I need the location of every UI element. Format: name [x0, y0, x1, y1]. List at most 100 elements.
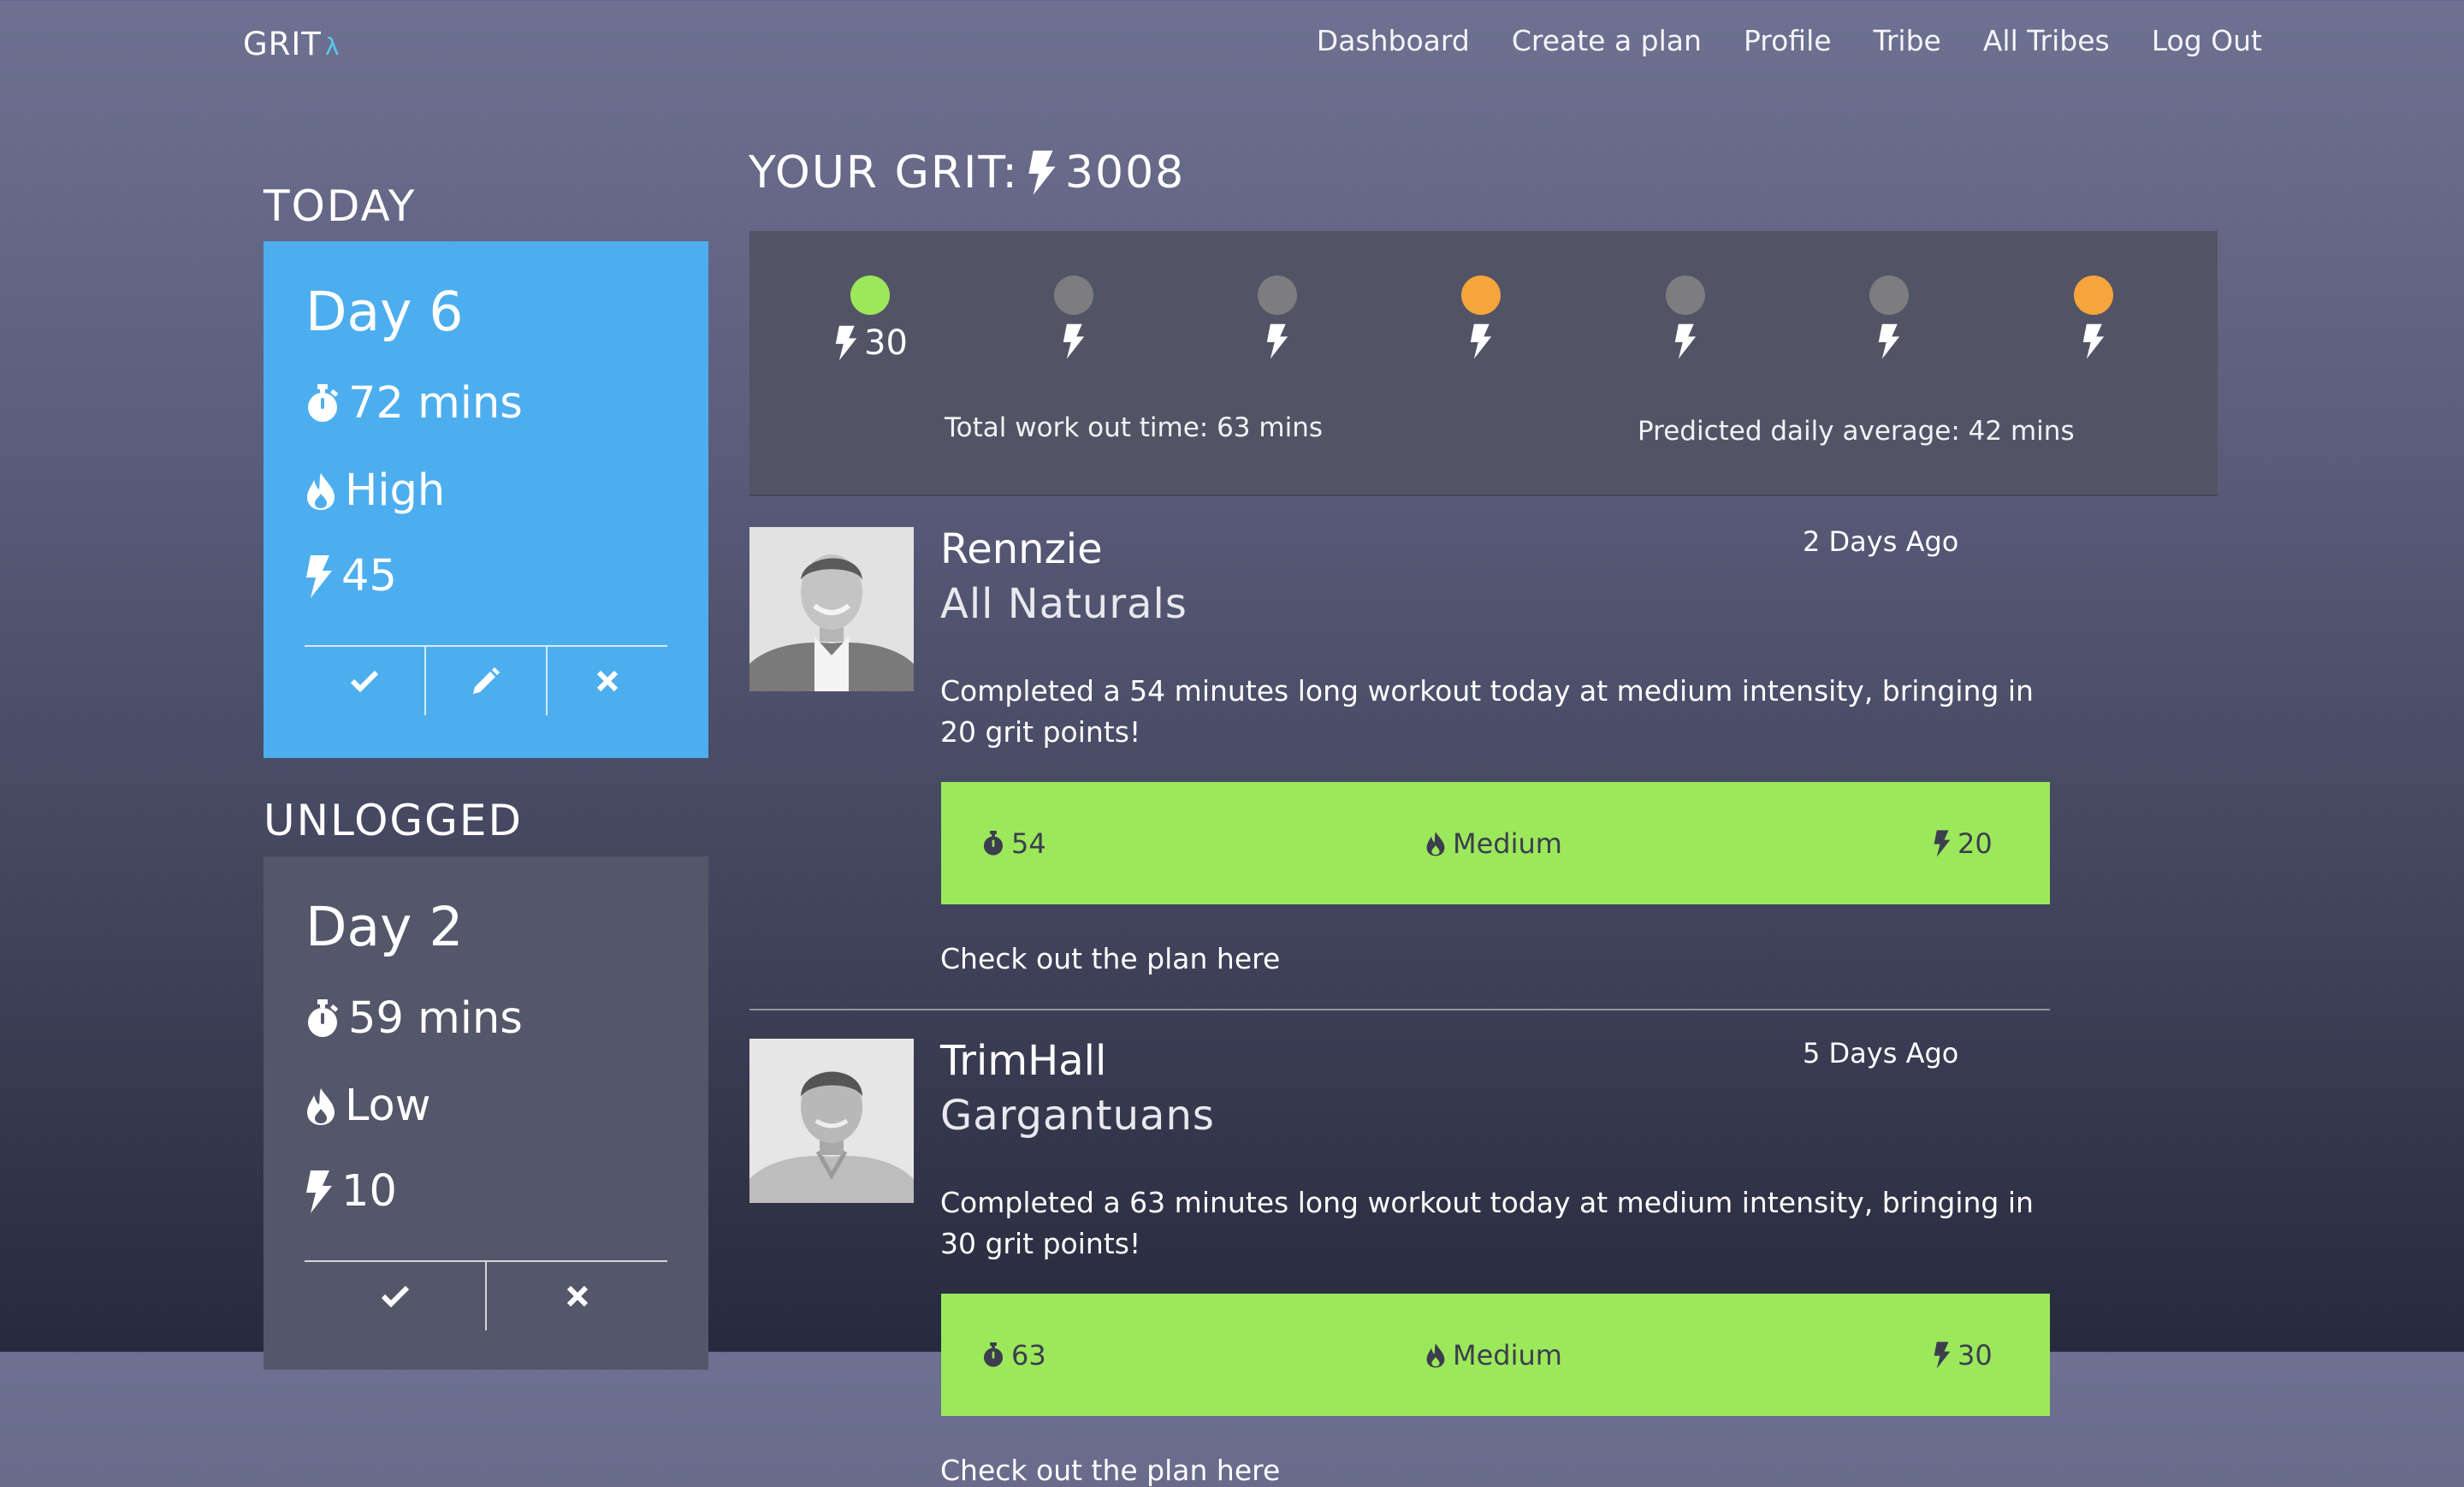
flame-icon: [305, 471, 336, 511]
unlogged-actions: [305, 1260, 667, 1330]
today-day: Day 6: [305, 281, 464, 343]
grit-score: 3008: [1064, 147, 1186, 198]
day-points-5: [1674, 323, 1697, 359]
today-delete-button[interactable]: [548, 647, 667, 715]
lightning-icon: [1934, 1341, 1951, 1369]
summary-intensity-value: Medium: [1453, 1338, 1562, 1371]
lightning-icon: [305, 554, 333, 598]
day-status-dot-3[interactable]: [1258, 275, 1297, 315]
post-author-name[interactable]: Rennzie: [940, 525, 1103, 573]
today-heading: TODAY: [264, 181, 417, 231]
post-author-name[interactable]: TrimHall: [940, 1037, 1106, 1085]
view-plan-link[interactable]: Check out the plan here: [940, 942, 1280, 975]
lightning-icon: [1028, 151, 1057, 195]
lightning-icon: [1266, 323, 1288, 359]
nav-log-out[interactable]: Log Out: [2152, 24, 2262, 57]
lightning-icon: [1063, 323, 1085, 359]
today-actions: [305, 645, 667, 715]
total-workout-time: Total work out time: 63 mins: [945, 412, 1323, 443]
day-points-value-1: 30: [864, 323, 908, 363]
day-points-7: [2082, 323, 2105, 359]
post-divider: [749, 1009, 2050, 1010]
today-card: Day 6 72 mins High 45: [264, 241, 708, 758]
brand-lambda-mark: λ: [324, 33, 341, 61]
post-timestamp: 2 Days Ago: [1803, 525, 1959, 558]
stopwatch-icon: [982, 1342, 1004, 1368]
summary-intensity: Medium: [1425, 782, 1562, 904]
day-points-6: [1878, 323, 1900, 359]
summary-duration: 63: [982, 1294, 1046, 1416]
nav-tribe[interactable]: Tribe: [1874, 24, 1941, 57]
unlogged-log-button[interactable]: [305, 1262, 487, 1330]
week-progress-panel: 30 Total work out time: 63 mins Predicte…: [749, 231, 2218, 496]
summary-duration-value: 54: [1011, 826, 1046, 860]
today-intensity-row: High: [305, 465, 445, 516]
flame-icon: [1425, 1342, 1446, 1368]
today-intensity: High: [345, 465, 446, 516]
grit-score-header: YOUR GRIT: 3008: [749, 147, 1185, 198]
post-description: Completed a 54 minutes long workout toda…: [940, 674, 2034, 749]
today-duration-row: 72 mins: [305, 378, 523, 429]
unlogged-duration: 59 mins: [348, 993, 523, 1044]
today-points: 45: [341, 551, 397, 601]
lightning-icon: [1674, 323, 1697, 359]
today-points-row: 45: [305, 551, 397, 601]
lightning-icon: [1934, 829, 1951, 857]
nav-dashboard[interactable]: Dashboard: [1317, 24, 1470, 57]
avatar[interactable]: [749, 527, 914, 691]
flame-icon: [1425, 831, 1446, 856]
day-status-dot-1[interactable]: [850, 275, 890, 315]
predicted-daily-average: Predicted daily average: 42 mins: [1638, 416, 2075, 447]
avatar[interactable]: [749, 1039, 914, 1203]
view-plan-link[interactable]: Check out the plan here: [940, 1454, 1280, 1487]
grit-label: YOUR GRIT:: [749, 147, 1019, 198]
unlogged-heading: UNLOGGED: [264, 796, 524, 845]
unlogged-intensity-row: Low: [305, 1081, 430, 1131]
nav-profile[interactable]: Profile: [1744, 24, 1832, 57]
post-timestamp: 5 Days Ago: [1803, 1037, 1959, 1069]
day-status-dot-7[interactable]: [2074, 275, 2113, 315]
day-status-dot-2[interactable]: [1054, 275, 1093, 315]
flame-icon: [305, 1087, 336, 1126]
workout-summary-bar: 54 Medium 20: [941, 782, 2050, 904]
summary-points: 20: [1934, 782, 1993, 904]
today-duration: 72 mins: [348, 378, 523, 429]
unlogged-points: 10: [341, 1166, 397, 1217]
unlogged-intensity: Low: [345, 1081, 431, 1131]
day-status-dot-4[interactable]: [1461, 275, 1501, 315]
lightning-icon: [1878, 323, 1900, 359]
day-status-dot-6[interactable]: [1869, 275, 1909, 315]
stopwatch-icon: [982, 830, 1004, 856]
summary-duration: 54: [982, 782, 1046, 904]
lightning-icon: [835, 325, 857, 361]
unlogged-duration-row: 59 mins: [305, 993, 523, 1044]
pencil-icon: [471, 666, 500, 696]
lightning-icon: [305, 1170, 333, 1213]
workout-summary-bar: 63 Medium 30: [941, 1294, 2050, 1416]
unlogged-card: Day 2 59 mins Low 10: [264, 856, 708, 1370]
stopwatch-icon: [305, 998, 340, 1039]
close-icon: [596, 670, 619, 692]
day-points-4: [1470, 323, 1492, 359]
nav-create-plan[interactable]: Create a plan: [1512, 24, 1702, 57]
summary-points-value: 30: [1958, 1338, 1993, 1371]
today-edit-button[interactable]: [426, 647, 548, 715]
top-nav: Dashboard Create a plan Profile Tribe Al…: [1317, 24, 2262, 57]
summary-duration-value: 63: [1011, 1338, 1046, 1371]
unlogged-day: Day 2: [305, 896, 464, 958]
check-icon: [381, 1285, 410, 1307]
today-log-button[interactable]: [305, 647, 426, 715]
brand-logo[interactable]: GRIT λ: [243, 26, 340, 62]
summary-intensity-value: Medium: [1453, 826, 1562, 860]
lightning-icon: [1470, 323, 1492, 359]
stopwatch-icon: [305, 383, 340, 424]
summary-points-value: 20: [1958, 826, 1993, 860]
summary-points: 30: [1934, 1294, 1993, 1416]
post-tribe-name[interactable]: All Naturals: [940, 580, 1188, 628]
day-status-dot-5[interactable]: [1666, 275, 1705, 315]
post-tribe-name[interactable]: Gargantuans: [940, 1092, 1215, 1140]
nav-all-tribes[interactable]: All Tribes: [1983, 24, 2110, 57]
unlogged-points-row: 10: [305, 1166, 397, 1217]
unlogged-delete-button[interactable]: [487, 1262, 667, 1330]
day-points-1: 30: [835, 323, 908, 363]
